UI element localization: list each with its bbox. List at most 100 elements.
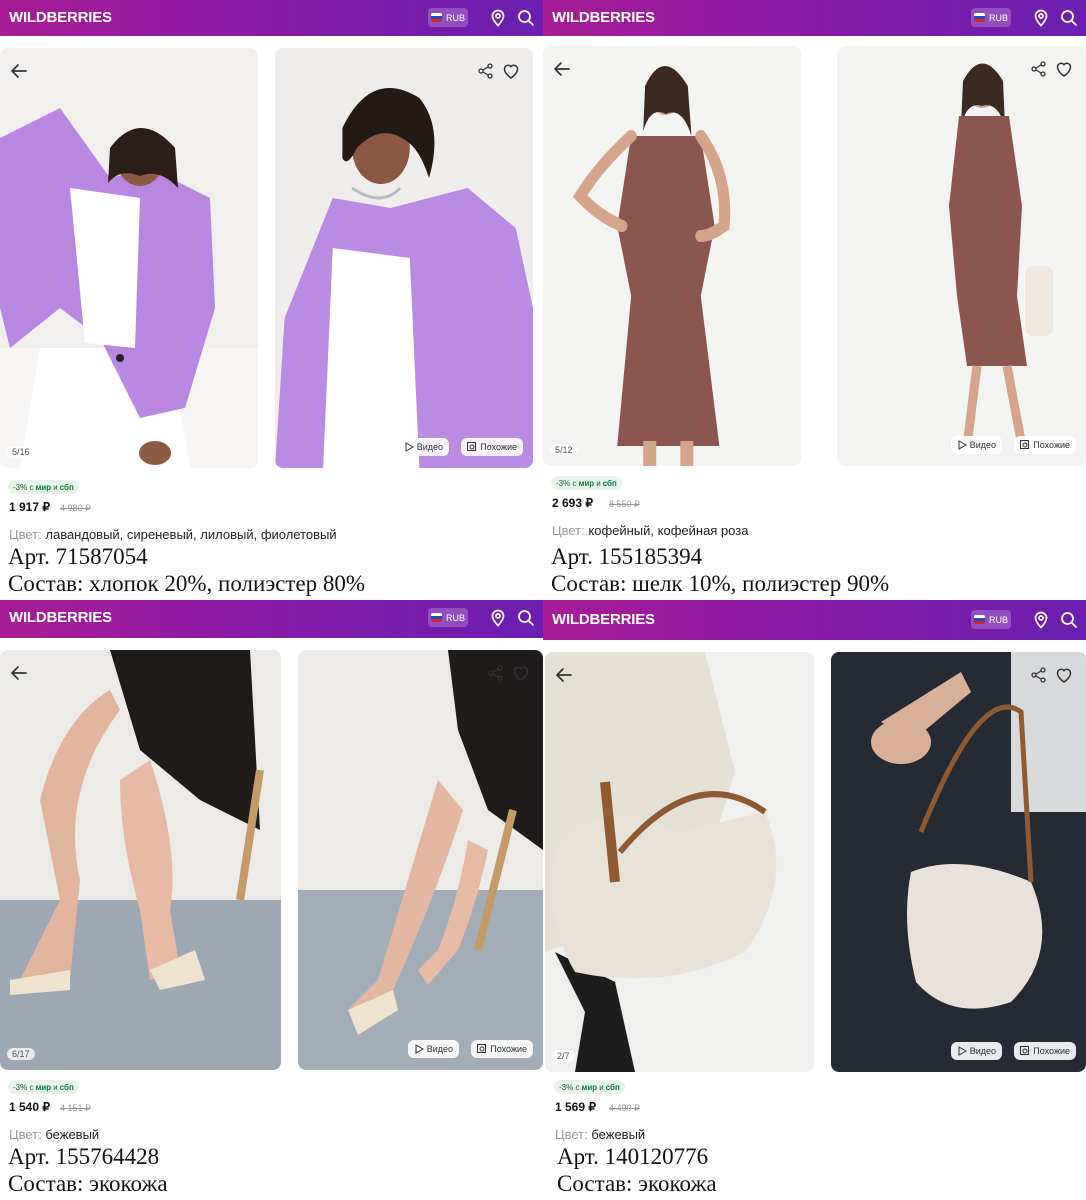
share-icon[interactable] <box>1030 666 1048 684</box>
composition: Состав: экокожа <box>8 1171 168 1196</box>
promo-and: и <box>599 1082 604 1092</box>
promo-sbp: сбп <box>59 1082 74 1092</box>
video-button[interactable]: Видео <box>950 1042 1002 1060</box>
similar-button[interactable]: Похожие <box>1014 436 1076 454</box>
color-label: Цвет: <box>9 1127 42 1142</box>
promo-and: и <box>53 482 58 492</box>
promo-sbp: сбп <box>59 482 74 492</box>
old-price: 8 550 ₽ <box>609 499 640 509</box>
currency-selector[interactable]: RUB <box>971 8 1011 27</box>
product-image <box>831 652 1086 1072</box>
arrow-left-icon[interactable] <box>551 58 573 80</box>
product-panel-bag: WILDBERRIES RUB 2/7 Видео Похожие -3% с … <box>543 600 1086 1200</box>
map-pin-icon[interactable] <box>488 8 508 28</box>
arrow-left-icon[interactable] <box>8 60 30 82</box>
payment-promo-badge: -3% с мир и сбп <box>551 476 622 490</box>
photo-counter: 5/12 <box>550 444 578 456</box>
arrow-left-icon[interactable] <box>553 664 575 686</box>
map-pin-icon[interactable] <box>1031 610 1051 630</box>
promo-sbp: сбп <box>605 1082 620 1092</box>
heart-icon[interactable] <box>501 61 521 81</box>
app-header: WILDBERRIES RUB <box>543 600 1086 640</box>
video-button[interactable]: Видео <box>397 438 449 456</box>
product-image <box>837 46 1086 466</box>
heart-icon[interactable] <box>511 663 531 683</box>
play-icon <box>958 440 967 450</box>
color-value: бежевый <box>45 1127 100 1142</box>
search-icon[interactable] <box>516 608 536 628</box>
product-photo-secondary[interactable]: Видео Похожие <box>837 46 1086 466</box>
composition: Состав: хлопок 20%, полиэстер 80% <box>8 571 366 596</box>
search-icon[interactable] <box>1059 610 1079 630</box>
promo-prefix: -3% с <box>556 478 577 488</box>
search-icon[interactable] <box>1059 8 1079 28</box>
share-icon[interactable] <box>1030 60 1048 78</box>
currency-label: RUB <box>445 612 465 623</box>
product-image <box>0 48 258 468</box>
search-icon[interactable] <box>516 8 536 28</box>
app-header: WILDBERRIES RUB <box>0 600 543 638</box>
similar-button[interactable]: Похожие <box>471 1040 533 1058</box>
map-pin-icon[interactable] <box>488 608 508 628</box>
share-icon[interactable] <box>487 664 505 682</box>
map-pin-icon[interactable] <box>1031 8 1051 28</box>
russia-flag-icon <box>430 13 442 22</box>
composition: Состав: шелк 10%, полиэстер 90% <box>551 571 890 596</box>
arrow-left-icon[interactable] <box>8 662 30 684</box>
product-image <box>298 650 543 1070</box>
composition: Состав: экокожа <box>557 1171 717 1196</box>
currency-selector[interactable]: RUB <box>428 608 468 627</box>
product-photo-main[interactable]: 2/7 <box>545 652 814 1072</box>
currency-label: RUB <box>988 614 1008 625</box>
similar-label: Похожие <box>480 442 517 452</box>
heart-icon[interactable] <box>1054 665 1074 685</box>
product-photo-main[interactable]: 6/17 <box>0 650 281 1070</box>
currency-label: RUB <box>988 12 1008 23</box>
brand-logo[interactable]: WILDBERRIES <box>9 9 112 26</box>
video-button[interactable]: Видео <box>407 1040 459 1058</box>
promo-and: и <box>53 1082 58 1092</box>
russia-flag-icon <box>973 13 985 22</box>
video-label: Видео <box>969 440 996 450</box>
brand-logo[interactable]: WILDBERRIES <box>9 609 112 626</box>
color-label: Цвет: <box>9 527 42 542</box>
product-photo-main[interactable]: 5/16 <box>0 48 258 468</box>
promo-prefix: -3% с <box>559 1082 580 1092</box>
share-icon[interactable] <box>477 62 495 80</box>
brand-logo[interactable]: WILDBERRIES <box>552 611 655 628</box>
article-number: Арт. 140120776 <box>557 1144 709 1169</box>
color-label: Цвет: <box>555 1127 588 1142</box>
brand-logo[interactable]: WILDBERRIES <box>552 9 655 26</box>
heart-icon[interactable] <box>1054 59 1074 79</box>
color-label: Цвет: <box>552 523 585 538</box>
video-button[interactable]: Видео <box>950 436 1002 454</box>
similar-search-icon <box>467 442 477 451</box>
product-photo-secondary[interactable]: Видео Похожие <box>298 650 543 1070</box>
product-photo-main[interactable]: 5/12 <box>543 46 801 466</box>
russia-flag-icon <box>430 613 442 622</box>
promo-mir: мир <box>578 478 595 488</box>
product-photo-secondary[interactable]: Видео Похожие <box>275 48 533 468</box>
promo-mir: мир <box>35 1082 52 1092</box>
product-image <box>275 48 533 468</box>
app-header: WILDBERRIES RUB <box>543 0 1086 36</box>
product-panel-sandals: WILDBERRIES RUB 6/17 Видео Похожие -3% с… <box>0 600 543 1200</box>
similar-search-icon <box>477 1044 487 1053</box>
currency-selector[interactable]: RUB <box>971 610 1011 629</box>
similar-button[interactable]: Похожие <box>461 438 523 456</box>
article-number: Арт. 155185394 <box>551 544 703 569</box>
video-label: Видео <box>969 1046 996 1056</box>
play-icon <box>405 442 414 452</box>
current-price: 1 917 ₽ <box>9 500 50 514</box>
currency-label: RUB <box>445 12 465 23</box>
color-info: Цвет: кофейный, кофейная роза <box>552 523 748 538</box>
app-header: WILDBERRIES RUB <box>0 0 543 36</box>
article-number: Арт. 155764428 <box>8 1144 160 1169</box>
similar-search-icon <box>1020 440 1030 449</box>
payment-promo-badge: -3% с мир и сбп <box>554 1080 625 1094</box>
similar-button[interactable]: Похожие <box>1014 1042 1076 1060</box>
product-panel-dress: WILDBERRIES RUB 5/12 Видео Похожие -3% с… <box>543 0 1086 600</box>
russia-flag-icon <box>973 615 985 624</box>
currency-selector[interactable]: RUB <box>428 8 468 27</box>
product-photo-secondary[interactable]: Видео Похожие <box>831 652 1086 1072</box>
